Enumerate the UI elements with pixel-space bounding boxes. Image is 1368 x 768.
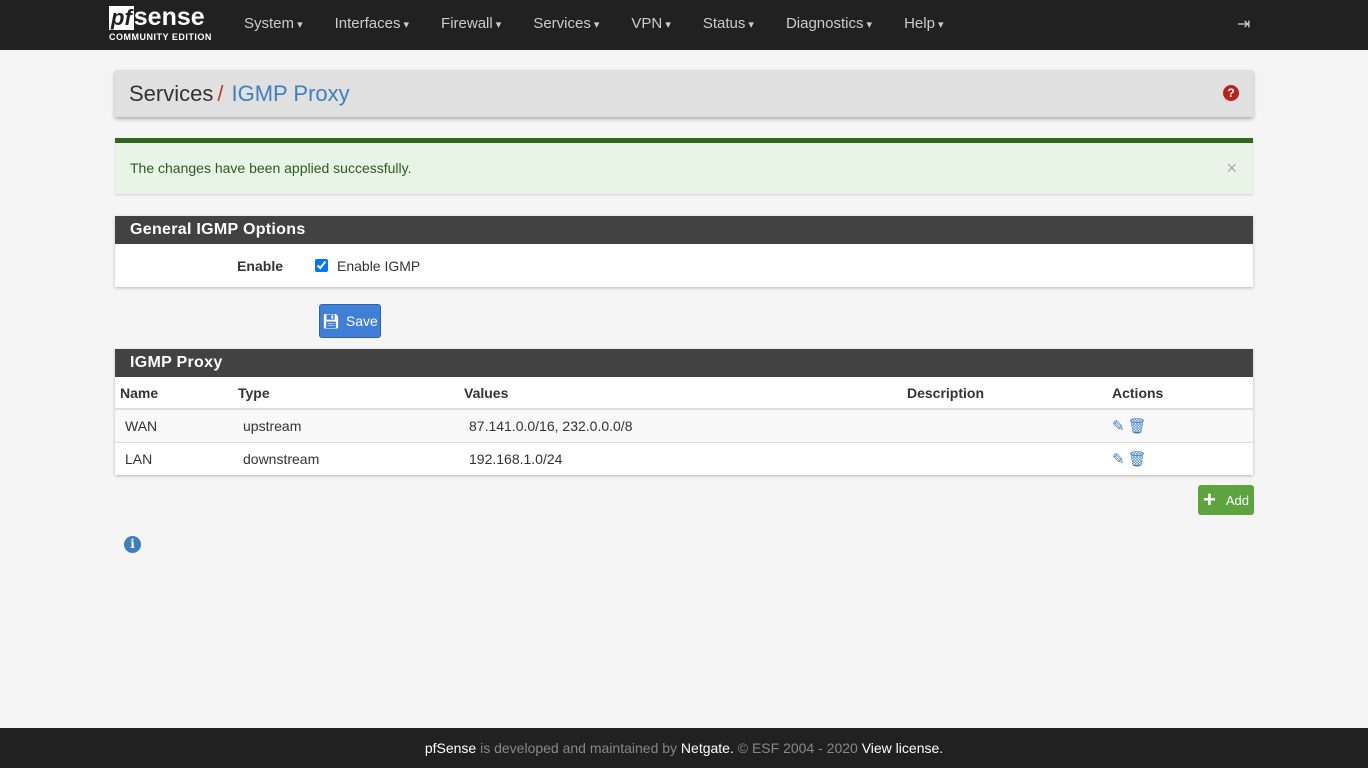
netgate-link[interactable]: Netgate. bbox=[681, 740, 734, 756]
table-row: LAN downstream 192.168.1.0/24 ✎ 🗑︎ bbox=[115, 441, 1253, 475]
panel-title: General IGMP Options bbox=[115, 216, 1253, 244]
help-icon[interactable]: ? bbox=[1223, 85, 1239, 101]
proxy-table: Name Type Values Description Actions WAN… bbox=[115, 377, 1253, 475]
plus-icon: + bbox=[1203, 487, 1216, 512]
edit-icon[interactable]: ✎ bbox=[1112, 418, 1125, 435]
save-button[interactable]: 💾︎ Save bbox=[319, 304, 381, 338]
add-button[interactable]: + Add bbox=[1198, 485, 1254, 515]
nav-help[interactable]: Help bbox=[888, 0, 959, 49]
top-navbar: pfsenseCOMMUNITY EDITION System Interfac… bbox=[0, 0, 1368, 50]
enable-igmp-checkbox[interactable]: Enable IGMP bbox=[315, 258, 420, 274]
nav-status[interactable]: Status bbox=[687, 0, 770, 49]
edit-icon[interactable]: ✎ bbox=[1112, 451, 1125, 468]
nav-firewall[interactable]: Firewall bbox=[425, 0, 517, 49]
nav-services[interactable]: Services bbox=[517, 0, 615, 49]
footer: pfSense is developed and maintained by N… bbox=[0, 728, 1368, 768]
general-options-panel: General IGMP Options Enable Enable IGMP bbox=[115, 216, 1253, 287]
delete-icon[interactable]: 🗑︎ bbox=[1128, 418, 1147, 435]
table-row: WAN upstream 87.141.0.0/16, 232.0.0.0/8 … bbox=[115, 408, 1253, 442]
nav-vpn[interactable]: VPN bbox=[615, 0, 686, 49]
save-icon: 💾︎ bbox=[322, 312, 340, 329]
nav-interfaces[interactable]: Interfaces bbox=[319, 0, 425, 49]
panel-title: IGMP Proxy bbox=[115, 349, 1253, 377]
view-license-link[interactable]: View license. bbox=[862, 740, 943, 756]
pfsense-logo[interactable]: pfsense COMMUNITY EDITION bbox=[109, 5, 217, 42]
enable-label: Enable bbox=[237, 257, 283, 274]
nav-diagnostics[interactable]: Diagnostics bbox=[770, 0, 888, 49]
success-alert: The changes have been applied successful… bbox=[115, 138, 1253, 194]
nav-system[interactable]: System bbox=[228, 0, 319, 49]
logout-icon[interactable]: ⇥ bbox=[1237, 14, 1250, 34]
igmp-proxy-panel: IGMP Proxy Name Type Values Description … bbox=[115, 349, 1253, 475]
info-icon[interactable]: i bbox=[124, 536, 141, 553]
breadcrumb-current[interactable]: IGMP Proxy bbox=[231, 81, 349, 106]
breadcrumb-parent[interactable]: Services bbox=[129, 81, 213, 106]
delete-icon[interactable]: 🗑︎ bbox=[1128, 451, 1147, 468]
breadcrumb: Services / IGMP Proxy ? bbox=[115, 70, 1253, 117]
close-alert-button[interactable]: × bbox=[1226, 143, 1237, 193]
